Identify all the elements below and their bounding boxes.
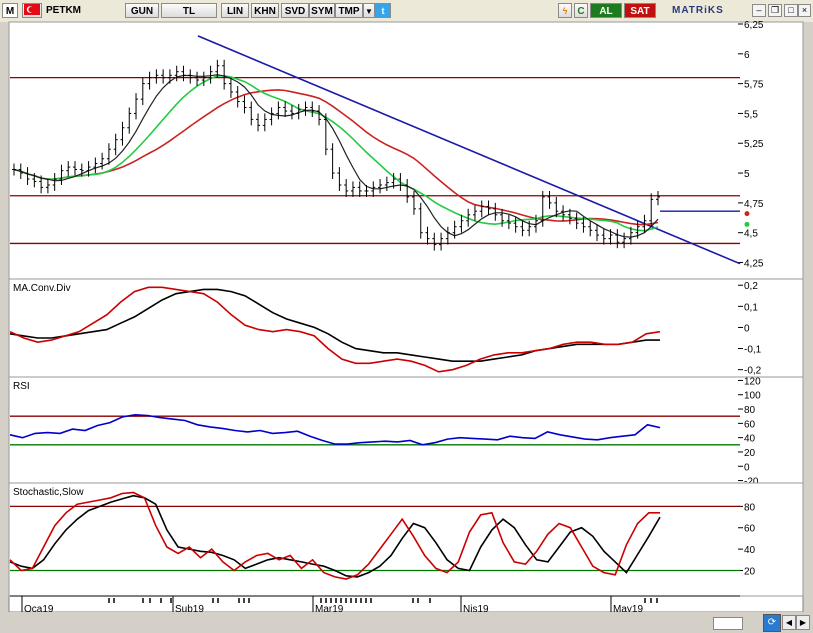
- y-tick-label: 80: [744, 502, 756, 513]
- y-tick-label: 4,75: [744, 199, 764, 210]
- y-tick-label: 5,5: [744, 109, 758, 120]
- pane-label-rsi: RSI: [13, 381, 30, 392]
- pane-macd: 0,2 0,1 0 -0,1 -0,2 MA.Conv.Div: [8, 278, 804, 379]
- pane-label-stochastic: Stochastic,Slow: [13, 487, 84, 498]
- series-marker: [744, 221, 750, 227]
- pane-frame-macd: [8, 278, 804, 379]
- pane-frame-price: [8, 21, 804, 281]
- y-tick-label: 5,75: [744, 80, 764, 91]
- status-bar: ⟳ ◀ ▶: [0, 612, 813, 633]
- y-tick-label: 20: [744, 566, 756, 577]
- y-tick-label: 6: [744, 50, 750, 61]
- y-tick-label: 40: [744, 434, 756, 445]
- y-tick-label: -0,2: [744, 366, 762, 377]
- y-tick-label: 0: [744, 462, 750, 473]
- pane-frame-stochastic: [8, 482, 804, 597]
- pane-price: 6,25 6 5,75 5,5 5,25 5 4,75 4,5 4,25: [8, 20, 804, 281]
- y-tick-label: 6,25: [744, 20, 764, 31]
- y-tick-label: 100: [744, 391, 761, 402]
- pane-rsi: 120100806040200-20RSI: [8, 376, 804, 488]
- horizontal-scrollbar[interactable]: [713, 617, 743, 630]
- y-tick-label: 4,5: [744, 229, 758, 240]
- y-tick-label: 20: [744, 448, 756, 459]
- scroll-left-icon[interactable]: ◀: [782, 615, 796, 630]
- y-tick-label: 0,1: [744, 302, 758, 313]
- series-marker: [744, 211, 750, 217]
- pane-frame-rsi: [8, 376, 804, 485]
- y-tick-label: 60: [744, 524, 756, 535]
- chart-area[interactable]: 6,25 6 5,75 5,5 5,25 5 4,75 4,5 4,25 0,2 0,1 0 -0,1 -…: [0, 0, 813, 633]
- y-tick-label: 40: [744, 545, 756, 556]
- y-tick-label: 0,2: [744, 281, 758, 292]
- y-tick-label: 5: [744, 169, 750, 180]
- y-tick-label: 4,25: [744, 258, 764, 269]
- scroll-right-icon[interactable]: ▶: [796, 615, 810, 630]
- sync-icon[interactable]: ⟳: [763, 614, 781, 632]
- pane-label-macd: MA.Conv.Div: [13, 283, 71, 294]
- y-tick-label: 120: [744, 376, 761, 387]
- y-tick-label: 80: [744, 405, 756, 416]
- y-tick-label: 5,25: [744, 139, 764, 150]
- y-tick-label: 60: [744, 419, 756, 430]
- y-tick-label: -0,1: [744, 345, 762, 356]
- pane-stochastic: 80 60 40 20 Stochastic,Slow: [8, 482, 804, 597]
- y-tick-label: 0: [744, 323, 750, 334]
